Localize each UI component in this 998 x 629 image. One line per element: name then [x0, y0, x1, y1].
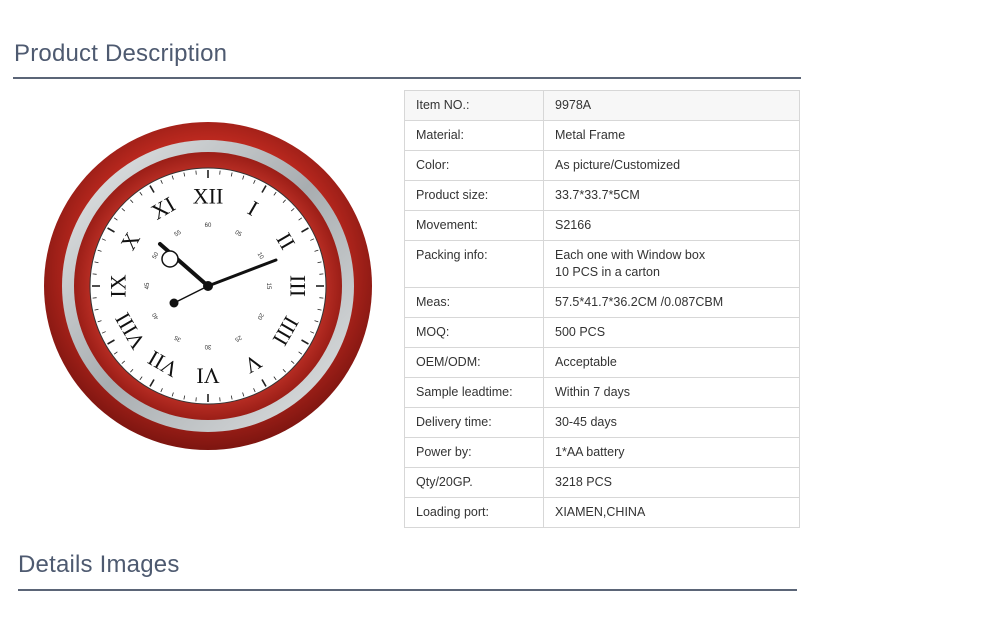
spec-value: 33.7*33.7*5CM [543, 180, 800, 211]
spec-row: Color: As picture/Customized [404, 150, 800, 181]
spec-row: Material: Metal Frame [404, 120, 800, 151]
spec-label: Power by: [404, 437, 544, 468]
spec-value-line: 3218 PCS [555, 475, 612, 489]
spec-value-line: Each one with Window box [555, 248, 706, 262]
spec-value-line: S2166 [555, 218, 592, 232]
clock-minute-label: 30 [204, 343, 211, 349]
spec-value: 57.5*41.7*36.2CM /0.087CBM [543, 287, 800, 318]
spec-label: Sample leadtime: [404, 377, 544, 408]
spec-value-line: Within 7 days [555, 385, 631, 399]
spec-label: Delivery time: [404, 407, 544, 438]
center-cap [203, 281, 213, 291]
spec-value: S2166 [543, 210, 800, 241]
spec-value: 1*AA battery [543, 437, 800, 468]
spec-value-line: 30-45 days [555, 415, 617, 429]
clock-numeral: VI [196, 364, 219, 389]
spec-value: 30-45 days [543, 407, 800, 438]
spec-value-line: Acceptable [555, 355, 617, 369]
spec-row: Movement: S2166 [404, 210, 800, 241]
spec-value: Acceptable [543, 347, 800, 378]
product-description-title: Product Description [14, 40, 228, 67]
spec-value-line: 9978A [555, 98, 592, 112]
clock-minute-label: 15 [265, 283, 271, 290]
wall-clock-illustration: XII IIIIIIIIIIVVIVIIVIIIIXXXI 60051015202… [44, 122, 372, 450]
spec-value: 3218 PCS [543, 467, 800, 498]
section-divider [18, 589, 797, 591]
spec-label: Item NO.: [404, 90, 544, 121]
spec-value-line: As picture/Customized [555, 158, 681, 172]
spec-value: XIAMEN,CHINA [543, 497, 800, 528]
clock-minute-label: 45 [145, 282, 151, 289]
spec-row: MOQ: 500 PCS [404, 317, 800, 348]
spec-label: Loading port: [404, 497, 544, 528]
spec-row: Delivery time: 30-45 days [404, 407, 800, 438]
spec-row: Sample leadtime: Within 7 days [404, 377, 800, 408]
spec-value: As picture/Customized [543, 150, 800, 181]
section-divider [13, 77, 801, 79]
spec-row: Product size: 33.7*33.7*5CM [404, 180, 800, 211]
clock-numeral: III [286, 275, 311, 297]
spec-label: Product size: [404, 180, 544, 211]
spec-row: Packing info: Each one with Window box 10 … [404, 240, 800, 288]
spec-row: Meas: 57.5*41.7*36.2CM /0.087CBM [404, 287, 800, 318]
spec-value-line: 1*AA battery [555, 445, 625, 459]
spec-value-line: 500 PCS [555, 325, 606, 339]
spec-row: Item NO.: 9978A [404, 90, 800, 121]
product-specs-table: Item NO.: 9978A Material: Metal Frame Color:… [404, 90, 800, 528]
spec-value-line: 57.5*41.7*36.2CM /0.087CBM [555, 295, 724, 309]
spec-value: Metal Frame [543, 120, 800, 151]
spec-row: Loading port: XIAMEN,CHINA [404, 497, 800, 528]
spec-label: MOQ: [404, 317, 544, 348]
spec-label: Qty/20GP. [404, 467, 544, 498]
spec-row: OEM/ODM: Acceptable [404, 347, 800, 378]
spec-value: Within 7 days [543, 377, 800, 408]
spec-value: Each one with Window box 10 PCS in a cart… [543, 240, 800, 288]
spec-value: 9978A [543, 90, 800, 121]
spec-label: Packing info: [404, 240, 544, 288]
spec-label: Color: [404, 150, 544, 181]
spec-row: Qty/20GP. 3218 PCS [404, 467, 800, 498]
product-image-wall-clock[interactable]: XII I II III IIII V VI VII VIII IX X XI 60 05 10 15 20 2… [42, 120, 374, 452]
clock-minute-label: 60 [205, 223, 212, 229]
spec-label: OEM/ODM: [404, 347, 544, 378]
hand-ornament [161, 250, 179, 268]
clock-numeral: XII [193, 184, 224, 209]
spec-value-line: XIAMEN,CHINA [555, 505, 646, 519]
spec-value-line: Metal Frame [555, 128, 626, 142]
spec-label: Movement: [404, 210, 544, 241]
second-hand-counterweight [169, 298, 179, 308]
clock-numeral: IX [106, 274, 131, 297]
spec-value-line: 33.7*33.7*5CM [555, 188, 640, 202]
spec-value-line: 10 PCS in a carton [555, 265, 660, 279]
spec-label: Material: [404, 120, 544, 151]
details-images-title: Details Images [18, 551, 180, 578]
spec-value: 500 PCS [543, 317, 800, 348]
spec-label: Meas: [404, 287, 544, 318]
spec-row: Power by: 1*AA battery [404, 437, 800, 468]
